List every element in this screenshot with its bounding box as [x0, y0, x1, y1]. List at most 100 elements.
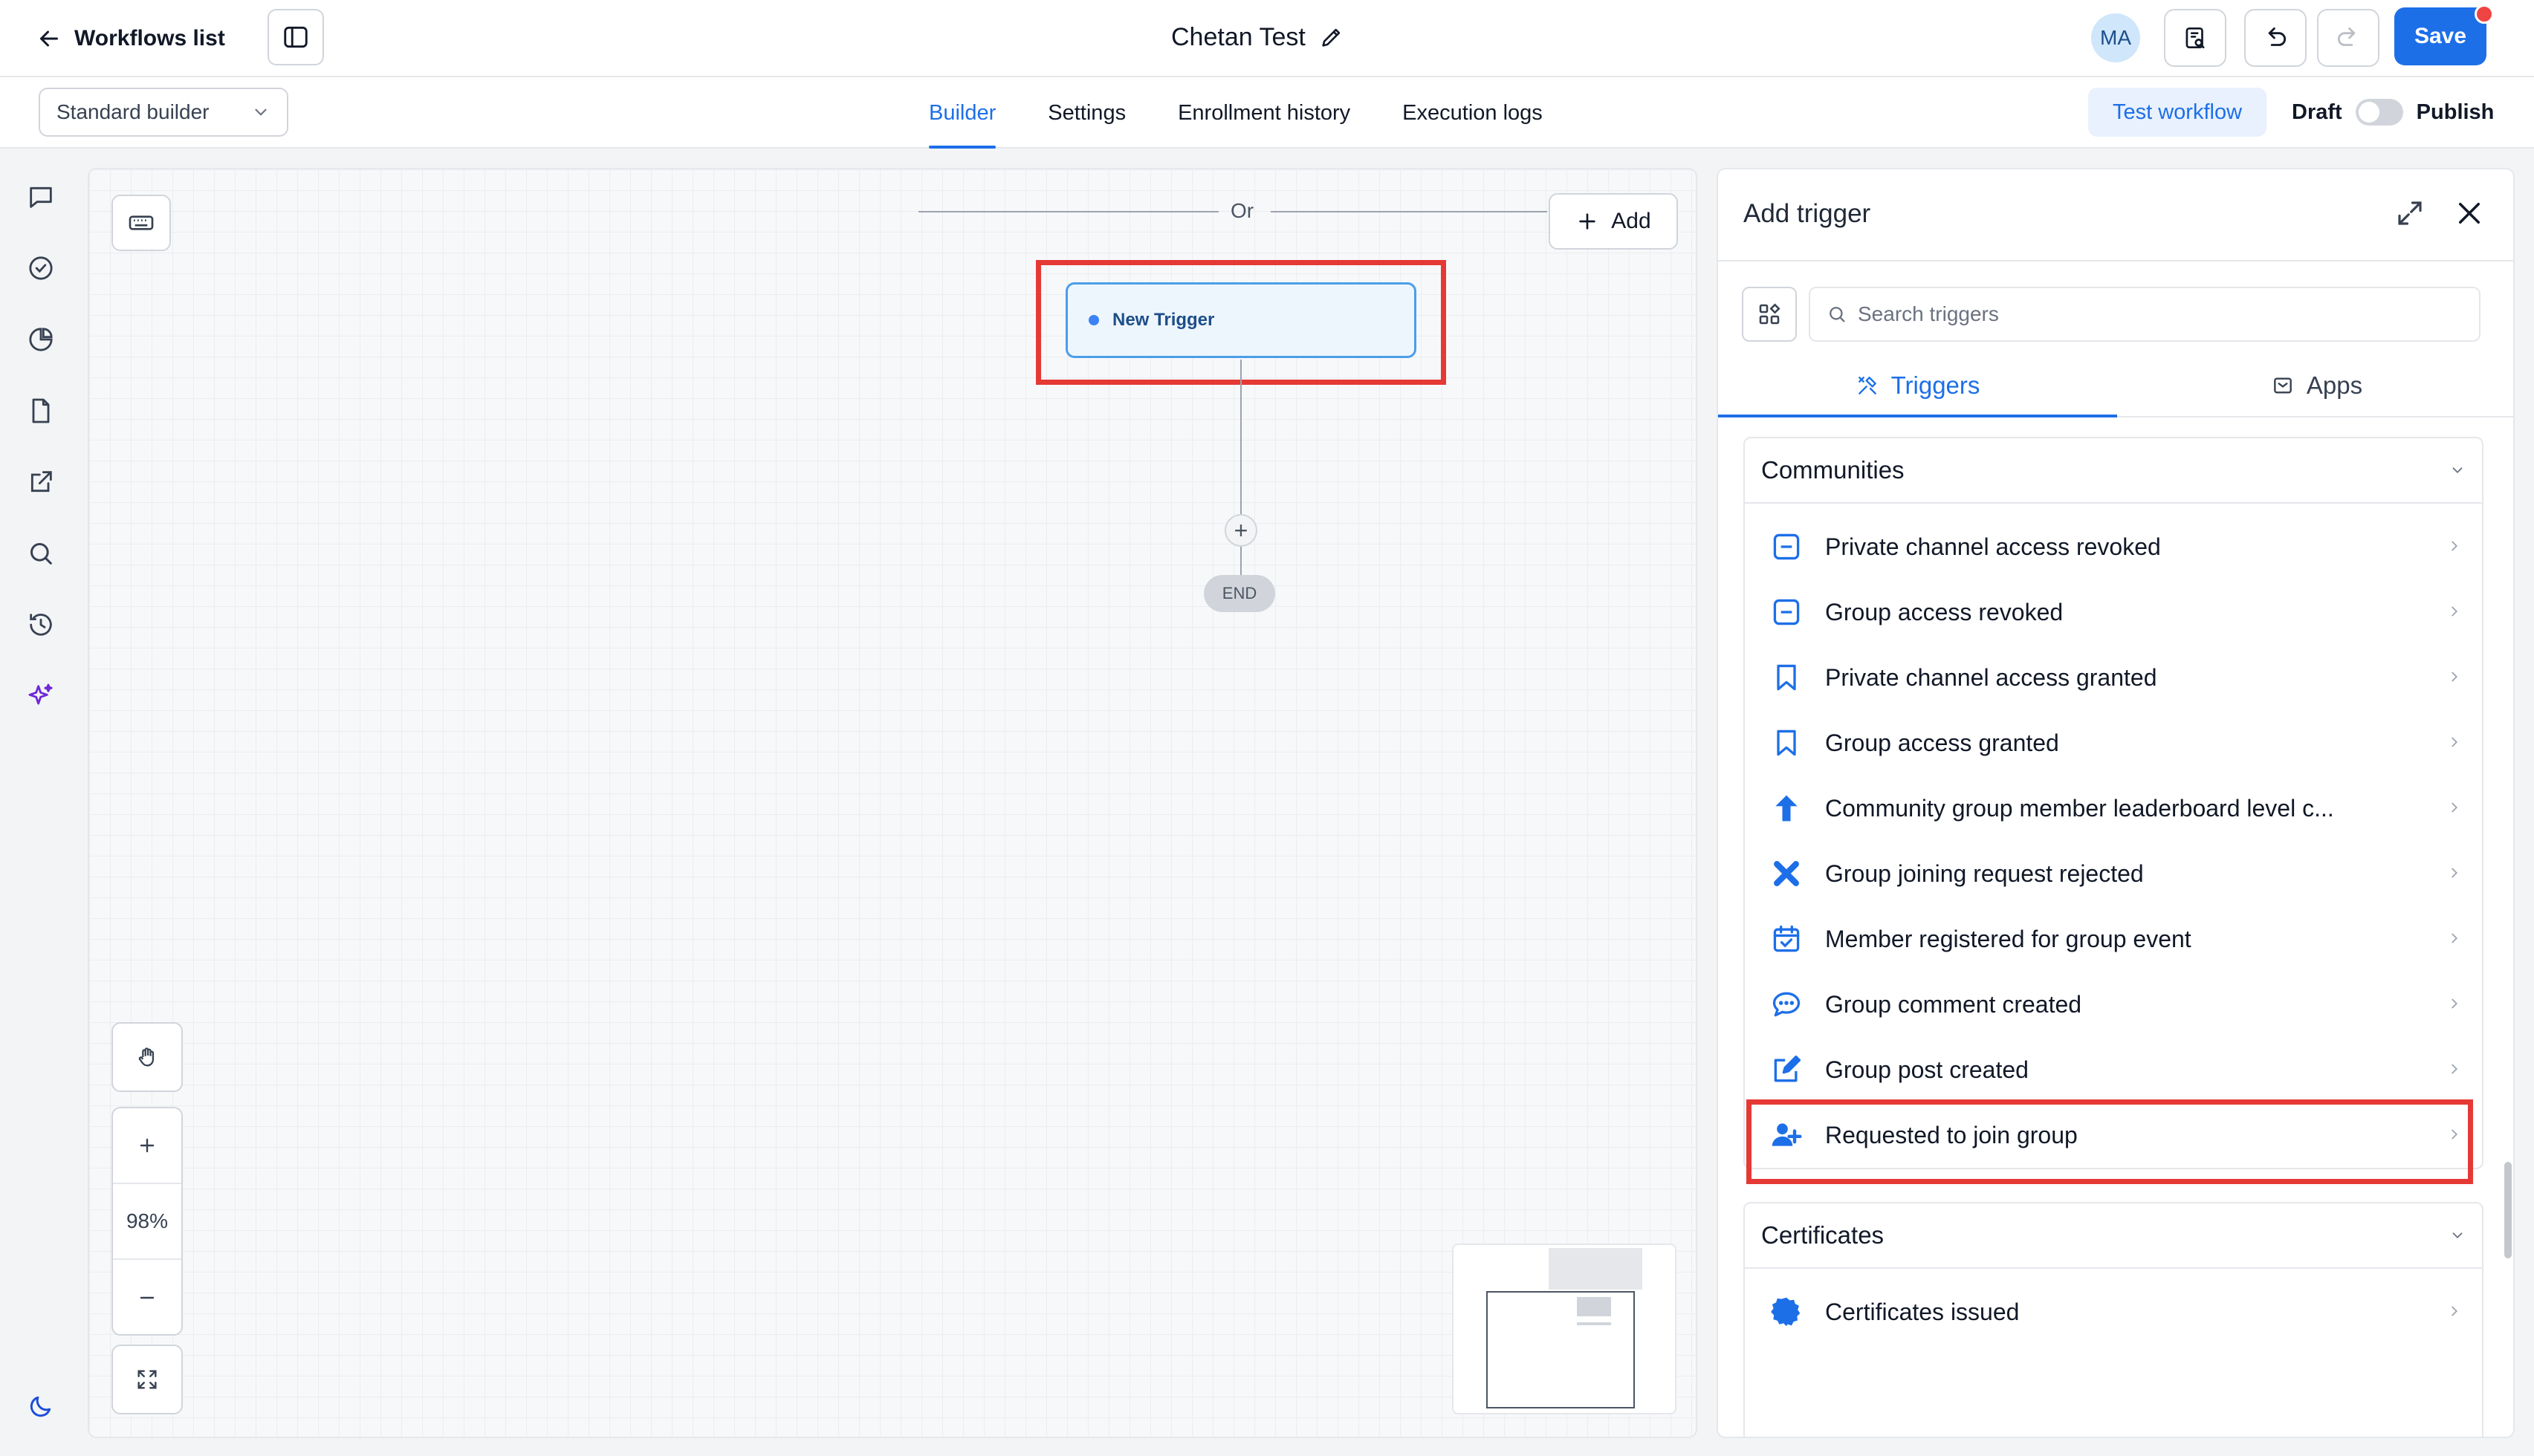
trigger-item-label: Private channel access revoked	[1825, 533, 2161, 560]
rail-item-documents[interactable]	[25, 395, 56, 426]
trigger-item-label: Group joining request rejected	[1825, 859, 2144, 887]
redo-button[interactable]	[2317, 9, 2379, 67]
or-label: Or	[1231, 199, 1254, 222]
workflow-title[interactable]: Chetan Test	[1171, 19, 1344, 55]
trigger-item-label: Community group member leaderboard level…	[1825, 794, 2334, 822]
trigger-item-group-comment-created[interactable]: Group comment created	[1745, 972, 2482, 1037]
pan-mode-button[interactable]	[111, 1022, 183, 1092]
undo-button[interactable]	[2244, 9, 2307, 67]
trigger-item-group-access-granted[interactable]: Group access granted	[1745, 710, 2482, 776]
rail-item-history[interactable]	[25, 609, 56, 640]
workflow-tabs: Builder Settings Enrollment history Exec…	[929, 77, 1595, 149]
search-triggers-input[interactable]	[1858, 302, 2467, 326]
tab-enrollment-history[interactable]: Enrollment history	[1178, 77, 1350, 149]
trigger-item-member-registered-for-group-event[interactable]: Member registered for group event	[1745, 906, 2482, 972]
notes-button[interactable]	[2164, 9, 2226, 67]
trigger-item-private-channel-access-granted[interactable]: Private channel access granted	[1745, 645, 2482, 710]
workflow-title-text: Chetan Test	[1171, 22, 1306, 51]
chevron-right-icon	[2452, 541, 2458, 551]
chevron-right-icon	[2452, 998, 2458, 1009]
chevron-down-icon	[255, 108, 267, 116]
draft-label: Draft	[2292, 100, 2342, 124]
minimap-viewport[interactable]	[1486, 1291, 1635, 1408]
fit-screen-icon	[137, 1370, 157, 1389]
tab-apps-label: Apps	[2306, 371, 2363, 399]
tab-builder[interactable]: Builder	[929, 77, 997, 149]
rail-item-search[interactable]	[25, 538, 56, 569]
badge-icon	[1770, 1296, 1803, 1328]
add-trigger-button[interactable]: Add	[1549, 193, 1678, 250]
publish-toggle[interactable]	[2355, 99, 2403, 126]
trigger-list: Certificates issued	[1745, 1269, 2482, 1345]
save-button[interactable]: Save	[2394, 7, 2486, 65]
add-step-button[interactable]: +	[1225, 514, 1257, 547]
add-trigger-panel: Add trigger Triggers Apps Communities Pr…	[1717, 168, 2515, 1438]
builder-mode-value: Standard builder	[56, 100, 210, 123]
trigger-list: Private channel access revoked Group acc…	[1745, 504, 2482, 1168]
chevron-right-icon	[2452, 606, 2458, 617]
rail-item-tasks[interactable]	[25, 253, 56, 284]
rail-item-theme[interactable]	[25, 1391, 56, 1422]
test-workflow-button[interactable]: Test workflow	[2088, 88, 2266, 137]
tab-triggers[interactable]: Triggers	[1718, 355, 2117, 417]
bookmark-icon	[1770, 661, 1803, 694]
trigger-item-label: Private channel access granted	[1825, 663, 2157, 691]
new-trigger-node[interactable]: New Trigger	[1066, 282, 1416, 358]
fit-view-button[interactable]	[111, 1345, 183, 1414]
section-header[interactable]: Communities	[1745, 438, 2482, 504]
trigger-item-group-joining-request-rejected[interactable]: Group joining request rejected	[1745, 841, 2482, 906]
trigger-item-label: Group access granted	[1825, 729, 2059, 756]
tab-settings[interactable]: Settings	[1048, 77, 1126, 149]
add-label: Add	[1611, 209, 1651, 233]
zoom-out-button[interactable]	[113, 1260, 181, 1336]
trigger-item-certificates-issued[interactable]: Certificates issued	[1745, 1279, 2482, 1345]
unsaved-indicator-dot	[2475, 4, 2494, 24]
trigger-item-group-post-created[interactable]: Group post created	[1745, 1037, 2482, 1102]
tab-apps[interactable]: Apps	[2117, 355, 2513, 416]
rail-item-reports[interactable]	[25, 324, 56, 355]
view-toggle-button[interactable]	[1742, 287, 1797, 342]
panel-scrollbar[interactable]	[2504, 1162, 2512, 1258]
rail-item-external[interactable]	[25, 467, 56, 498]
minimap-node-line	[1577, 1322, 1611, 1325]
chevron-down-icon	[2452, 467, 2463, 474]
zoom-controls: 98%	[111, 1107, 183, 1336]
minimap-node	[1577, 1297, 1611, 1316]
comment-icon	[1770, 988, 1803, 1021]
sidebar-toggle-button[interactable]	[268, 9, 324, 65]
back-to-workflows-link[interactable]: Workflows list	[36, 16, 225, 61]
chevron-right-icon	[2452, 802, 2458, 813]
back-link-label: Workflows list	[74, 26, 225, 51]
section-header[interactable]: Certificates	[1745, 1203, 2482, 1269]
grid-icon	[1759, 303, 1780, 325]
app-box-icon	[2274, 377, 2292, 394]
trigger-item-leaderboard-level-change[interactable]: Community group member leaderboard level…	[1745, 776, 2482, 841]
search-icon	[30, 543, 52, 565]
expand-icon[interactable]	[2394, 198, 2426, 229]
trigger-item-group-access-revoked[interactable]: Group access revoked	[1745, 579, 2482, 645]
left-rail	[0, 149, 83, 1456]
workflow-canvas[interactable]: Or Add New Trigger + END 98%	[88, 168, 1697, 1438]
avatar[interactable]: MA	[2091, 13, 2140, 62]
rail-item-chat[interactable]	[25, 181, 56, 212]
sub-bar: Standard builder Builder Settings Enroll…	[0, 77, 2534, 149]
redo-icon	[2337, 27, 2356, 46]
panel-tabs: Triggers Apps	[1718, 355, 2513, 417]
builder-mode-select[interactable]: Standard builder	[39, 88, 288, 137]
close-icon[interactable]	[2454, 198, 2485, 229]
tab-execution-logs[interactable]: Execution logs	[1402, 77, 1543, 149]
plus-icon	[140, 1138, 155, 1153]
arrow-left-icon	[40, 30, 58, 47]
panel-divider	[1718, 260, 2513, 261]
selected-trigger-highlight-box	[1746, 1099, 2473, 1184]
chevron-right-icon	[2452, 868, 2458, 878]
keyboard-icon	[129, 215, 154, 230]
rail-item-ai[interactable]	[25, 680, 56, 712]
zoom-in-button[interactable]	[113, 1108, 181, 1184]
trigger-status-dot	[1089, 315, 1099, 325]
section-communities: Communities Private channel access revok…	[1743, 437, 2483, 1169]
pencil-icon[interactable]	[1319, 25, 1344, 50]
keyboard-shortcuts-button[interactable]	[111, 195, 171, 251]
trigger-item-private-channel-access-revoked[interactable]: Private channel access revoked	[1745, 514, 2482, 579]
minimap[interactable]	[1452, 1244, 1676, 1414]
